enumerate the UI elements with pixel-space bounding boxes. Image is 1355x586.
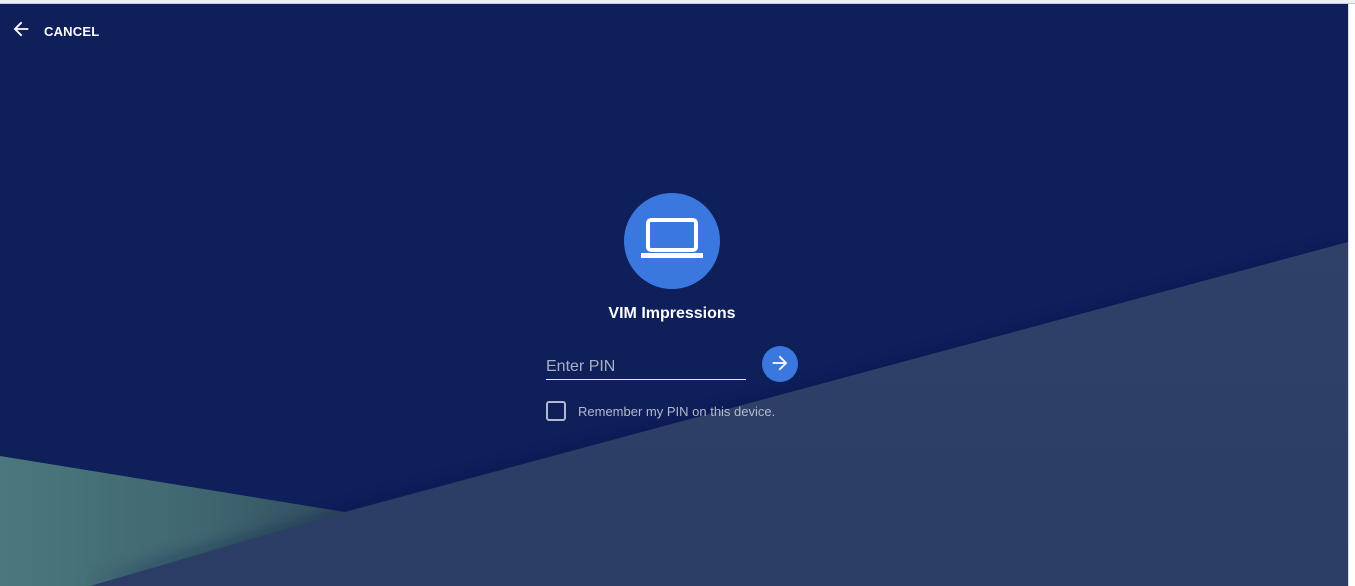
- submit-pin-button[interactable]: [762, 346, 798, 382]
- remember-pin-checkbox[interactable]: [546, 401, 566, 421]
- background-shapes: [0, 242, 1348, 586]
- device-name: VIM Impressions: [608, 305, 736, 322]
- laptop-icon: [641, 217, 703, 266]
- remember-pin-label[interactable]: Remember my PIN on this device.: [578, 404, 775, 419]
- arrow-left-icon: [10, 18, 32, 45]
- arrow-right-icon: [769, 352, 791, 377]
- device-avatar: [624, 193, 720, 289]
- pin-entry-screen: CANCEL VIM Impressions Remember my PIN o…: [0, 0, 1355, 586]
- background-stage: CANCEL VIM Impressions Remember my PIN o…: [0, 4, 1348, 586]
- window-scrollbar-edge: [1348, 4, 1355, 586]
- cancel-label: CANCEL: [44, 24, 100, 39]
- remember-pin-row: Remember my PIN on this device.: [546, 401, 775, 421]
- pin-input[interactable]: [546, 354, 746, 380]
- cancel-button[interactable]: CANCEL: [10, 18, 99, 45]
